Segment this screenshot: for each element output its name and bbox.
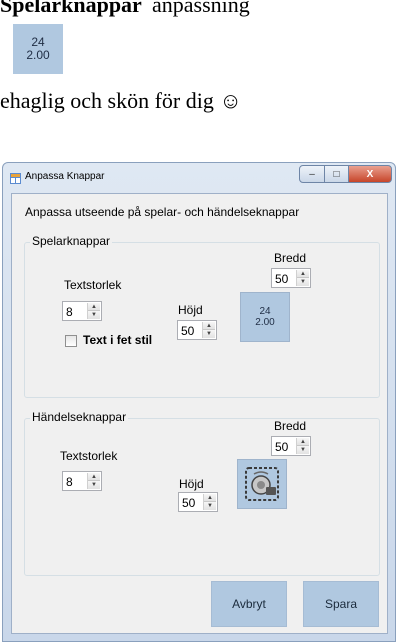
- player-height-value: 50: [181, 324, 195, 338]
- player-text-size-spinner[interactable]: 8 ▲ ▼: [62, 301, 102, 321]
- player-text-size-value: 8: [66, 305, 73, 319]
- doc-heading-bold: Spelarknappar: [0, 0, 142, 17]
- app-icon: [10, 173, 21, 184]
- spinner-arrows: ▲ ▼: [296, 270, 309, 286]
- window-title: Anpassa Knappar: [25, 171, 105, 182]
- spinner-up-arrow-icon[interactable]: ▲: [203, 322, 215, 330]
- player-width-label: Bredd: [274, 251, 307, 265]
- preview-bottom-text: 2.00: [255, 317, 275, 328]
- spinner-down-arrow-icon[interactable]: ▼: [204, 502, 216, 510]
- spinner-arrows: ▲ ▼: [296, 438, 309, 454]
- spinner-arrows: ▲ ▼: [87, 303, 100, 319]
- cancel-button[interactable]: Avbryt: [211, 581, 287, 627]
- bold-text-label: Text i fet stil: [83, 333, 153, 347]
- player-text-size-label: Textstorlek: [64, 278, 122, 292]
- player-width-value: 50: [275, 272, 289, 286]
- spinner-down-arrow-icon[interactable]: ▼: [297, 278, 309, 286]
- player-buttons-group: Spelarknappar Textstorlek 8 ▲ ▼ Text i f…: [24, 234, 380, 398]
- spinner-up-arrow-icon[interactable]: ▲: [88, 473, 100, 481]
- event-buttons-group: Händelseknappar Textstorlek 8 ▲ ▼ Höjd 5…: [24, 410, 380, 576]
- doc-text-line: ehaglig och skön för dig ☺: [0, 88, 242, 113]
- spinner-up-arrow-icon[interactable]: ▲: [88, 303, 100, 311]
- save-button[interactable]: Spara: [303, 581, 379, 627]
- whistle-icon: [245, 467, 279, 501]
- player-height-label: Höjd: [178, 303, 203, 317]
- event-width-value: 50: [275, 440, 289, 454]
- spinner-arrows: ▲ ▼: [203, 494, 216, 510]
- event-text-size-spinner[interactable]: 8 ▲ ▼: [62, 471, 102, 491]
- close-button[interactable]: X: [348, 165, 392, 183]
- player-height-spinner[interactable]: 50 ▲ ▼: [177, 320, 217, 340]
- spinner-arrows: ▲ ▼: [87, 473, 100, 489]
- dialog-subtitle: Anpassa utseende på spelar- och händelse…: [25, 205, 300, 219]
- event-height-value: 50: [182, 496, 196, 510]
- event-width-label: Bredd: [274, 419, 307, 433]
- spinner-arrows: ▲ ▼: [202, 322, 215, 338]
- spinner-down-arrow-icon[interactable]: ▼: [88, 311, 100, 319]
- maximize-button[interactable]: □: [324, 165, 349, 183]
- spinner-down-arrow-icon[interactable]: ▼: [203, 330, 215, 338]
- dialog-content: Anpassa utseende på spelar- och händelse…: [11, 193, 388, 634]
- customize-buttons-window: Anpassa Knappar – □ X Anpassa utseende p…: [2, 162, 396, 642]
- spinner-up-arrow-icon[interactable]: ▲: [204, 494, 216, 502]
- doc-sample-button: 24 2.00: [13, 24, 63, 74]
- doc-sample-bottom: 2.00: [26, 48, 50, 62]
- event-height-label: Höjd: [179, 477, 204, 491]
- player-button-preview[interactable]: 24 2.00: [240, 292, 290, 342]
- spinner-down-arrow-icon[interactable]: ▼: [88, 481, 100, 489]
- spinner-down-arrow-icon[interactable]: ▼: [297, 446, 309, 454]
- doc-heading-rest: anpassning: [152, 0, 250, 17]
- title-bar[interactable]: Anpassa Knappar – □ X: [3, 163, 395, 193]
- event-text-size-value: 8: [66, 475, 73, 489]
- preview-top-text: 24: [259, 306, 271, 317]
- event-group-title: Händelseknappar: [30, 410, 129, 424]
- bold-text-checkbox[interactable]: [65, 335, 77, 347]
- event-button-preview[interactable]: [237, 459, 287, 509]
- event-text-size-label: Textstorlek: [60, 449, 118, 463]
- spinner-up-arrow-icon[interactable]: ▲: [297, 270, 309, 278]
- minimize-button[interactable]: –: [299, 165, 325, 183]
- player-width-spinner[interactable]: 50 ▲ ▼: [271, 268, 311, 288]
- spinner-up-arrow-icon[interactable]: ▲: [297, 438, 309, 446]
- player-group-title: Spelarknappar: [30, 234, 113, 248]
- event-height-spinner[interactable]: 50 ▲ ▼: [178, 492, 218, 512]
- event-width-spinner[interactable]: 50 ▲ ▼: [271, 436, 311, 456]
